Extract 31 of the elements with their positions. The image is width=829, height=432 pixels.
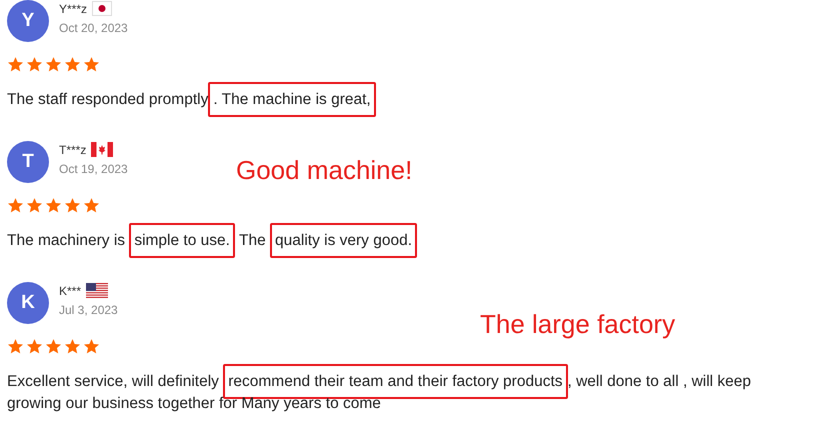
avatar: T [7,141,49,183]
star-icon [83,338,100,355]
highlight-box: simple to use. [129,223,235,258]
annotation-text: Good machine! [236,155,412,186]
reviewer-name: Y***z [59,2,88,16]
highlight-box: . The machine is great, [208,82,376,117]
star-icon [45,338,62,355]
flag-icon [91,142,114,157]
annotation-text: The large factory [480,309,676,340]
star-icon [7,197,24,214]
avatar: K [7,282,49,324]
star-icon [64,56,81,73]
flag-icon [86,283,108,298]
highlight-box: quality is very good. [270,223,418,258]
star-icon [7,56,24,73]
star-icon [7,338,24,355]
star-icon [26,338,43,355]
star-icon [64,338,81,355]
star-icon [26,56,43,73]
star-icon [64,197,81,214]
review-date: Oct 20, 2023 [59,21,128,35]
reviewer-name: K*** [59,284,82,298]
avatar: Y [7,0,49,42]
star-icon [26,197,43,214]
reviewer-name: T***z [59,142,86,156]
review-date: Oct 19, 2023 [59,162,128,176]
star-icon [45,56,62,73]
review-date: Jul 3, 2023 [59,303,118,317]
star-icon [83,197,100,214]
star-icon [45,197,62,214]
star-icon [83,56,100,73]
